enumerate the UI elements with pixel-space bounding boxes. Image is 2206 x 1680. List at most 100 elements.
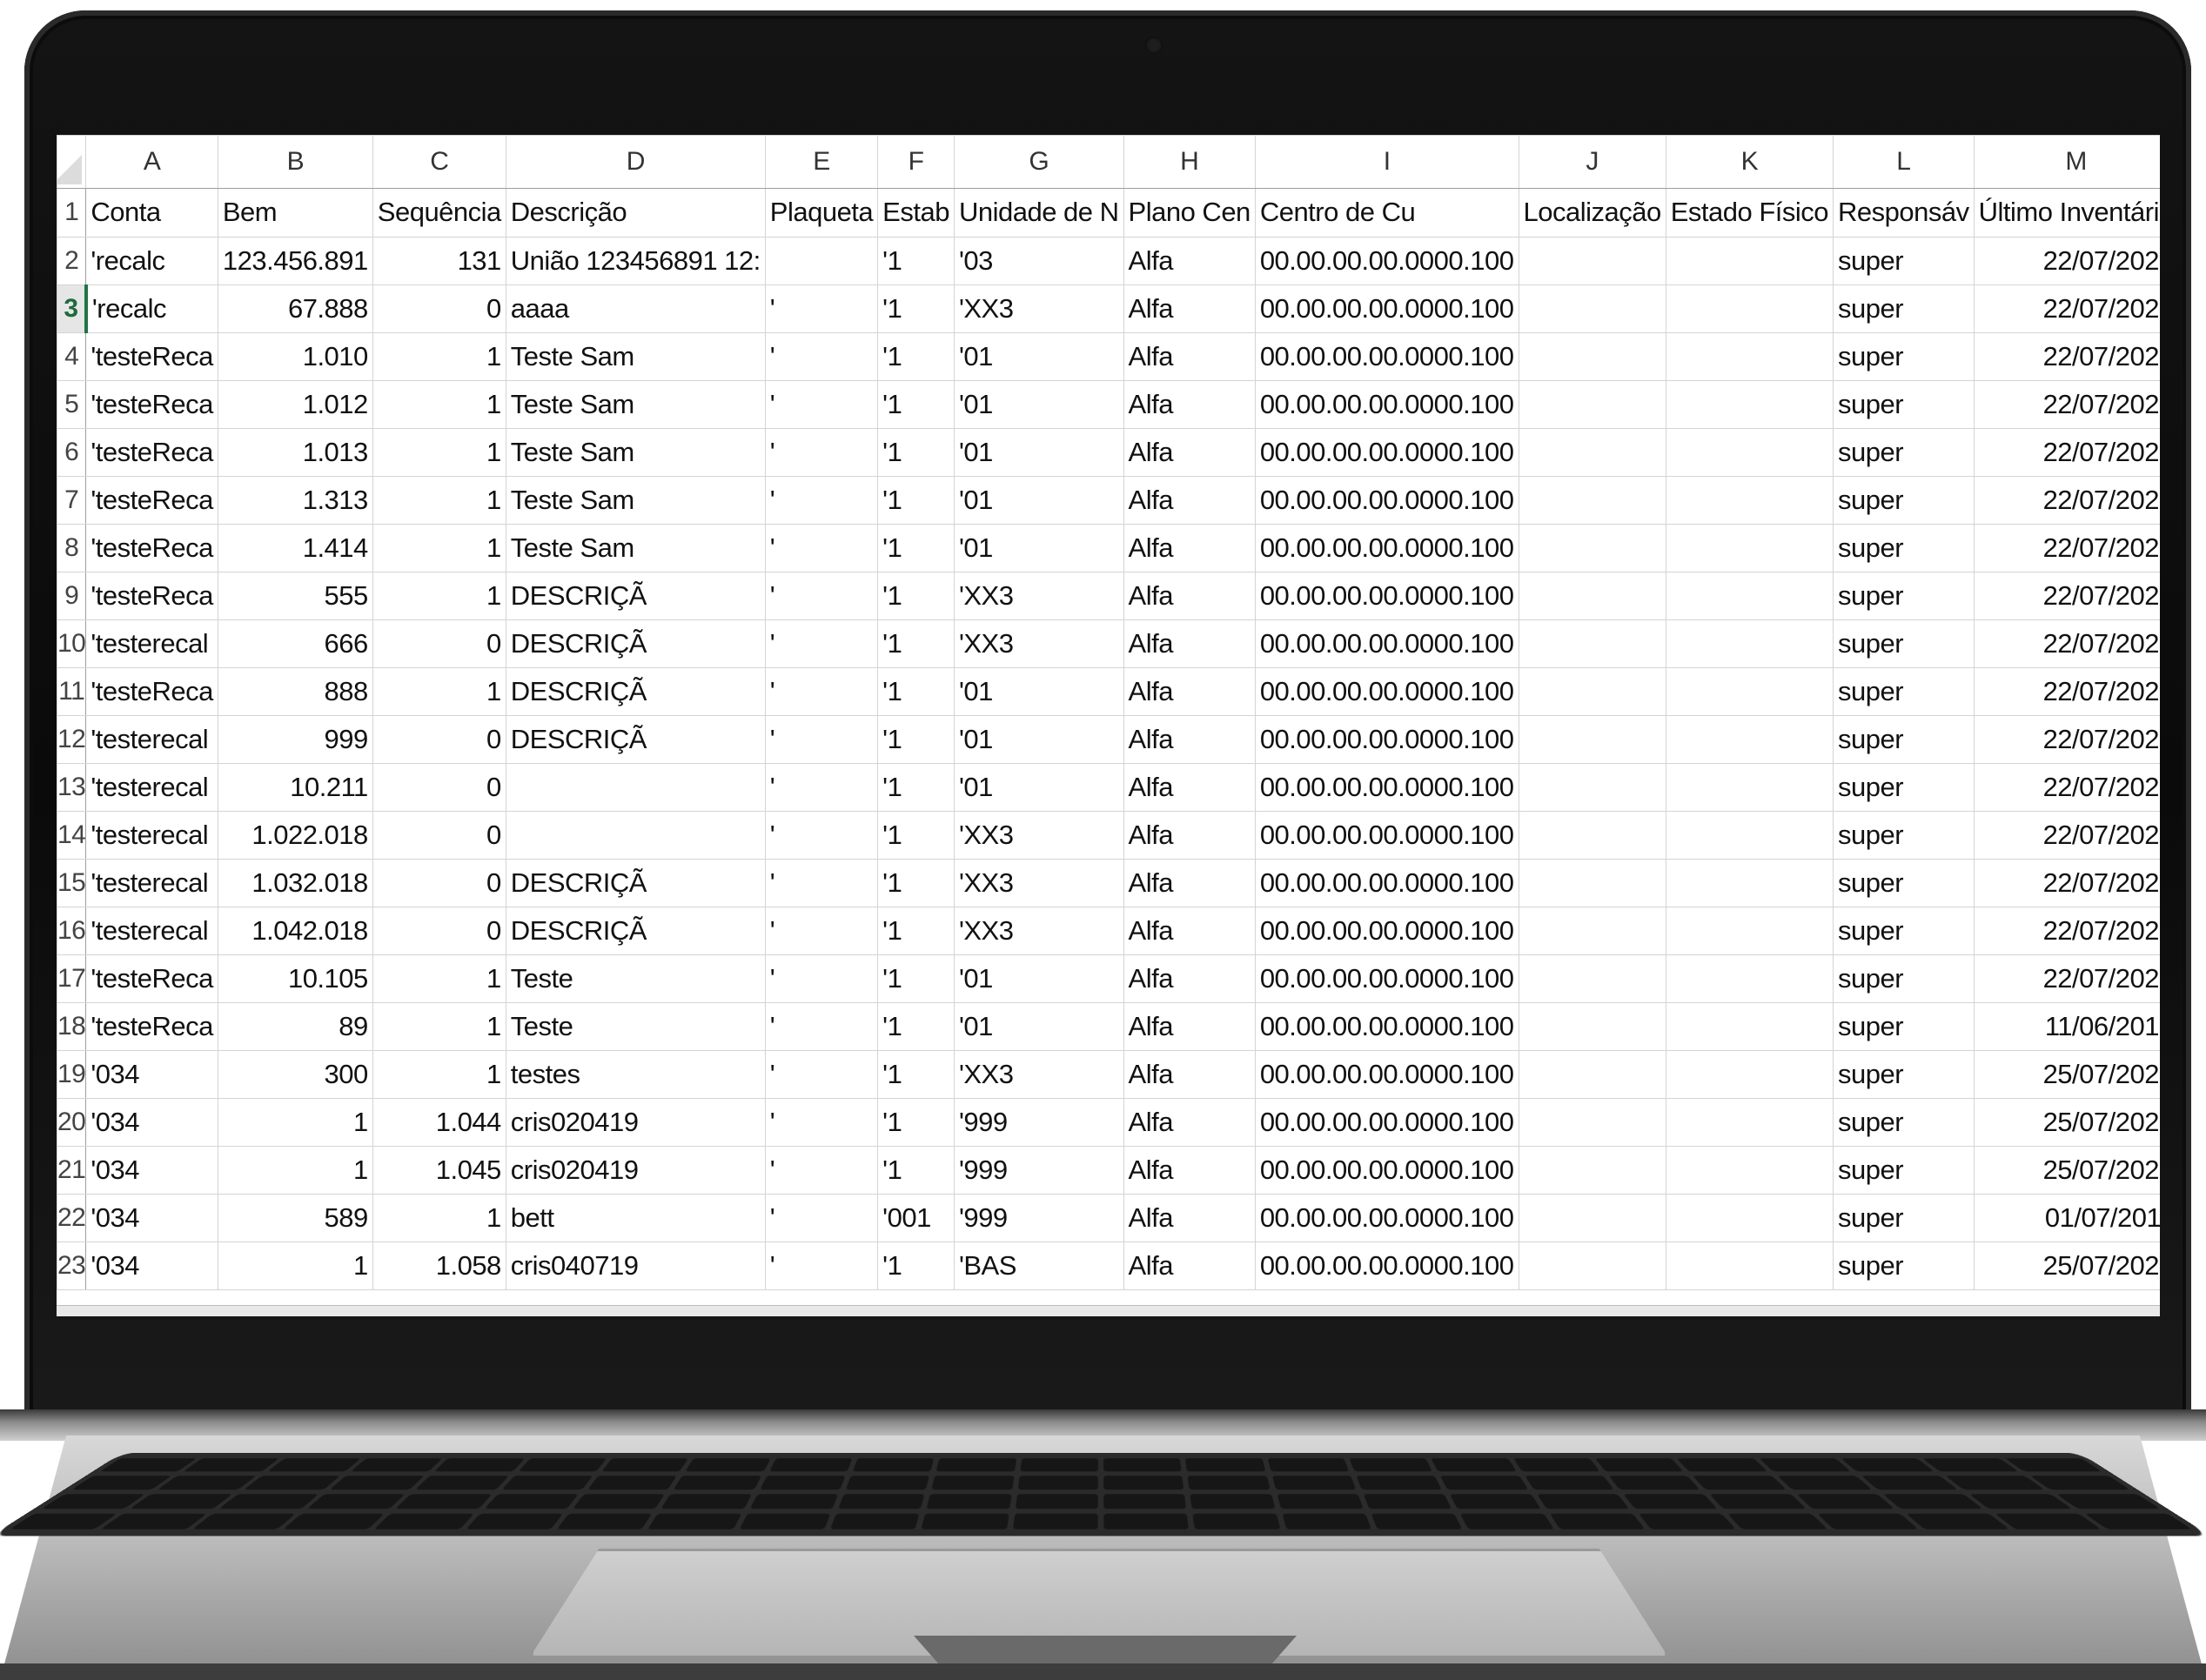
cell[interactable]: 123.456.891	[217, 237, 373, 285]
cell[interactable]: Alfa	[1123, 332, 1256, 381]
cell[interactable]: 'XX3	[953, 572, 1124, 620]
cell[interactable]: 1	[217, 1242, 373, 1290]
cell[interactable]: Teste	[505, 954, 766, 1003]
column-header-m[interactable]: M	[1973, 135, 2160, 189]
cell[interactable]: super	[1833, 1002, 1975, 1051]
cell[interactable]: 1.022.018	[217, 811, 373, 860]
cell[interactable]	[1518, 619, 1666, 668]
cell[interactable]	[764, 237, 879, 285]
cell[interactable]: Teste	[505, 1002, 766, 1051]
cell[interactable]: '01	[953, 667, 1124, 716]
cell[interactable]: super	[1833, 1242, 1975, 1290]
row-header[interactable]: 15	[57, 859, 87, 907]
cell[interactable]: 1	[372, 1194, 506, 1242]
cell[interactable]: super	[1833, 572, 1975, 620]
cell[interactable]: '1	[877, 428, 955, 477]
cell[interactable]	[1518, 428, 1666, 477]
cell[interactable]: 00.00.00.00.0000.100	[1254, 954, 1519, 1003]
cell[interactable]: 00.00.00.00.0000.100	[1254, 524, 1519, 572]
cell[interactable]	[1665, 1194, 1834, 1242]
cell[interactable]: bett	[505, 1194, 766, 1242]
cell[interactable]: '1	[877, 1050, 955, 1099]
column-header-l[interactable]: L	[1833, 135, 1975, 189]
cell[interactable]: 10.211	[217, 763, 373, 812]
cell[interactable]: 888	[217, 667, 373, 716]
cell[interactable]: 22/07/2022	[1973, 859, 2160, 907]
cell[interactable]: Alfa	[1123, 667, 1256, 716]
cell[interactable]: 22/07/2022	[1973, 380, 2160, 429]
cell[interactable]: 0	[372, 859, 506, 907]
cell[interactable]: super	[1833, 1098, 1975, 1147]
cell[interactable]	[1665, 524, 1834, 572]
cell[interactable]: super	[1833, 524, 1975, 572]
row-header[interactable]: 8	[57, 524, 87, 572]
cell[interactable]	[1518, 380, 1666, 429]
cell[interactable]	[1518, 1242, 1666, 1290]
cell[interactable]	[505, 763, 766, 812]
cell[interactable]: super	[1833, 1146, 1975, 1195]
row-header[interactable]: 9	[57, 572, 87, 620]
cell[interactable]: 00.00.00.00.0000.100	[1254, 1050, 1519, 1099]
cell[interactable]: 'testerecal	[85, 859, 218, 907]
cell[interactable]: 00.00.00.00.0000.100	[1254, 284, 1519, 333]
cell[interactable]	[1518, 667, 1666, 716]
header-cell[interactable]: Último Inventário	[1973, 187, 2160, 238]
cell[interactable]: 00.00.00.00.0000.100	[1254, 237, 1519, 285]
cell[interactable]: super	[1833, 476, 1975, 525]
cell[interactable]: '999	[953, 1098, 1124, 1147]
cell[interactable]	[1518, 1194, 1666, 1242]
cell[interactable]: DESCRIÇÃ	[505, 715, 766, 764]
cell[interactable]	[1665, 715, 1834, 764]
cell[interactable]: '034	[85, 1242, 218, 1290]
cell[interactable]: 'XX3	[953, 859, 1124, 907]
cell[interactable]: 22/07/2022	[1973, 284, 2160, 333]
cell[interactable]: '	[764, 954, 879, 1003]
cell[interactable]: super	[1833, 428, 1975, 477]
column-header-h[interactable]: H	[1123, 135, 1256, 189]
cell[interactable]: 'testerecal	[85, 763, 218, 812]
cell[interactable]: cris040719	[505, 1242, 766, 1290]
header-cell[interactable]: Unidade de N	[953, 187, 1124, 238]
cell[interactable]: 1.012	[217, 380, 373, 429]
cell[interactable]	[1665, 954, 1834, 1003]
cell[interactable]: Teste Sam	[505, 476, 766, 525]
column-header-k[interactable]: K	[1665, 135, 1834, 189]
column-header-f[interactable]: F	[877, 135, 955, 189]
cell[interactable]: 589	[217, 1194, 373, 1242]
row-header[interactable]: 23	[57, 1242, 87, 1290]
cell[interactable]: 0	[372, 907, 506, 955]
cell[interactable]	[1665, 619, 1834, 668]
cell[interactable]: 'testeReca	[85, 476, 218, 525]
cell[interactable]: '1	[877, 380, 955, 429]
column-header-c[interactable]: C	[372, 135, 506, 189]
cell[interactable]: 999	[217, 715, 373, 764]
cell[interactable]: 1	[372, 667, 506, 716]
cell[interactable]: 22/07/2022	[1973, 763, 2160, 812]
cell[interactable]: '1	[877, 237, 955, 285]
cell[interactable]: 22/07/2022	[1973, 715, 2160, 764]
cell[interactable]: '	[764, 1098, 879, 1147]
cell[interactable]: 555	[217, 572, 373, 620]
cell[interactable]	[1518, 524, 1666, 572]
cell[interactable]: 1.010	[217, 332, 373, 381]
cell[interactable]: 00.00.00.00.0000.100	[1254, 332, 1519, 381]
cell[interactable]: 1.032.018	[217, 859, 373, 907]
cell[interactable]: 1	[372, 476, 506, 525]
cell[interactable]: 22/07/2022	[1973, 237, 2160, 285]
cell[interactable]: 00.00.00.00.0000.100	[1254, 811, 1519, 860]
cell[interactable]: 1.414	[217, 524, 373, 572]
cell[interactable]: Teste Sam	[505, 332, 766, 381]
cell[interactable]: '1	[877, 715, 955, 764]
cell[interactable]: 00.00.00.00.0000.100	[1254, 476, 1519, 525]
cell[interactable]: '1	[877, 476, 955, 525]
cell[interactable]: 1	[372, 1002, 506, 1051]
cell[interactable]	[505, 811, 766, 860]
cell[interactable]: 00.00.00.00.0000.100	[1254, 1146, 1519, 1195]
cell[interactable]: 1.042.018	[217, 907, 373, 955]
cell[interactable]: 25/07/2022	[1973, 1050, 2160, 1099]
cell[interactable]: DESCRIÇÃ	[505, 667, 766, 716]
cell[interactable]: 'XX3	[953, 1050, 1124, 1099]
cell[interactable]: 22/07/2022	[1973, 572, 2160, 620]
cell[interactable]: '	[764, 1050, 879, 1099]
cell[interactable]: '1	[877, 1242, 955, 1290]
